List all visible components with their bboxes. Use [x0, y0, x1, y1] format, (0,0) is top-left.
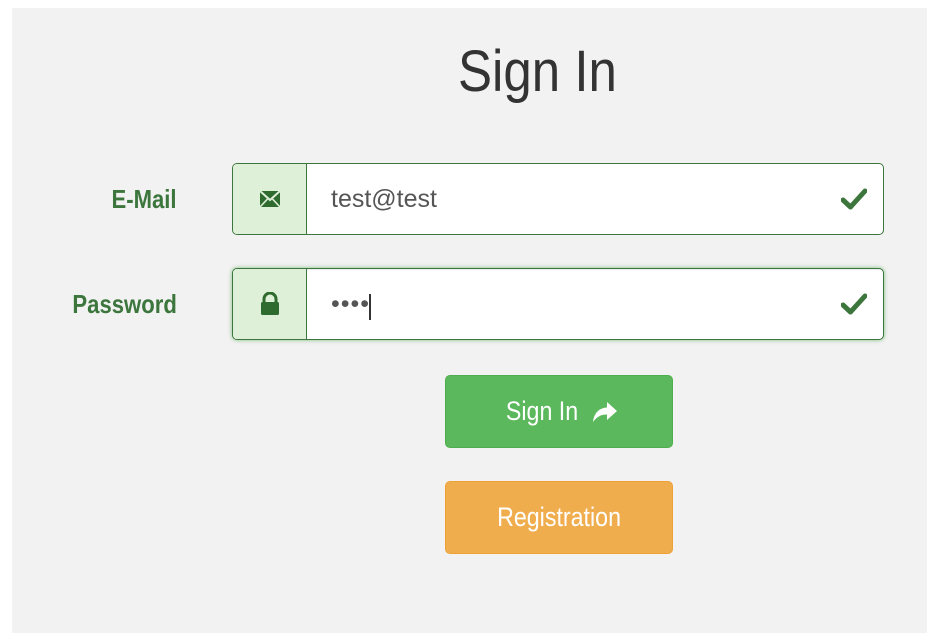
email-addon: [233, 164, 307, 234]
password-addon: [233, 269, 307, 339]
password-input-group: [232, 268, 884, 340]
email-input-group: [232, 163, 884, 235]
email-field[interactable]: [307, 164, 883, 234]
registration-button[interactable]: Registration: [445, 481, 673, 554]
email-label: E-Mail: [111, 184, 177, 214]
page-title: Sign In: [458, 39, 617, 104]
password-label: Password: [72, 289, 177, 319]
sign-in-button[interactable]: Sign In: [445, 375, 673, 448]
valid-check-icon: [841, 188, 867, 210]
text-cursor: [369, 294, 371, 320]
lock-icon: [260, 292, 279, 315]
envelope-icon: [258, 190, 281, 208]
valid-check-icon: [841, 293, 867, 315]
password-field-wrap: [307, 269, 883, 339]
email-field-wrap: [307, 164, 883, 234]
sign-in-button-label: Sign In: [505, 396, 579, 426]
share-arrow-icon: [593, 401, 618, 422]
registration-button-label: Registration: [497, 502, 621, 532]
password-field[interactable]: [307, 269, 883, 339]
